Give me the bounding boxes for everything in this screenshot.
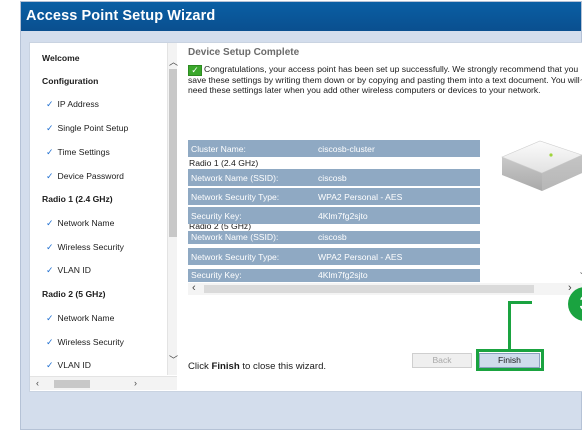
nav-hscroll-thumb[interactable] [54,380,90,388]
cluster-row: Cluster Name: ciscosb-cluster [188,140,480,157]
sidebar-item-label: Time Settings [57,147,110,157]
close-prefix: Click [188,361,212,372]
security-key-value: 4Klm7fg2sjto [318,211,368,221]
success-message-text: Congratulations, your access point has b… [188,64,580,95]
sidebar-item-configuration[interactable]: Configuration [42,76,98,86]
radio1-header: Radio 1 (2.4 GHz) [189,158,259,168]
sidebar-item-time-settings[interactable]: ✓ Time Settings [46,147,110,158]
ssid-value: ciscosb [318,173,347,183]
security-type-label: Network Security Type: [191,192,280,202]
sidebar-item-welcome[interactable]: Welcome [42,53,80,63]
callout-connector [508,301,532,304]
sidebar-item-label: Radio 1 (2.4 GHz) [42,194,113,204]
table-row: Security Key: 4Klm7fg2sjto [188,207,480,224]
sidebar-item-label: VLAN ID [57,265,91,275]
sidebar-item-label: Configuration [42,76,99,86]
sidebar-item-label: IP Address [57,99,99,109]
sidebar-item-vlan-id[interactable]: ✓ VLAN ID [46,265,91,276]
sidebar-item-label: Wireless Security [57,337,124,347]
title-bar: Access Point Setup Wizard [21,2,581,31]
wizard-content: Welcome Configuration ✓ IP Address ✓ Single P… [29,42,582,392]
scroll-right-icon[interactable]: › [568,283,572,294]
check-icon: ✓ [46,171,54,181]
scroll-left-icon[interactable]: ‹ [36,379,39,388]
security-type-value: WPA2 Personal - AES [318,252,403,262]
main-horizontal-scrollbar[interactable]: ‹ › [188,283,582,295]
check-icon: ✓ [46,123,54,133]
sidebar-item-label: Wireless Security [57,242,124,252]
sidebar-item-wireless-security[interactable]: ✓ Wireless Security [46,242,124,253]
sidebar-item-label: Network Name [57,313,115,323]
close-bold: Finish [211,361,240,372]
sidebar-item-single-point-setup[interactable]: ✓ Single Point Setup [46,123,128,134]
ssid-value: ciscosb [318,232,347,242]
scroll-down-icon[interactable]: ﹀ [169,356,178,365]
cluster-value: ciscosb-cluster [318,144,375,154]
ssid-label: Network Name (SSID): [191,232,279,242]
table-row: Network Security Type: WPA2 Personal - A… [188,188,480,205]
scroll-right-icon[interactable]: › [134,379,137,388]
wizard-nav: Welcome Configuration ✓ IP Address ✓ Single P… [30,43,167,375]
security-type-label: Network Security Type: [191,252,280,262]
security-key-label: Security Key: [191,211,242,221]
sidebar-item-radio-1-2-4-ghz[interactable]: Radio 1 (2.4 GHz) [42,194,113,204]
sidebar-item-network-name[interactable]: ✓ Network Name [46,313,114,324]
check-icon: ✓ [46,313,54,323]
back-button[interactable]: Back [412,353,472,368]
security-key-value: 4Klm7fg2sjto [318,270,368,280]
table-row: Network Name (SSID): ciscosb [188,231,480,244]
sidebar-item-label: Welcome [42,53,80,63]
scroll-up-icon[interactable]: ︿ [169,58,178,67]
check-icon: ✓ [46,147,54,157]
finish-highlight [476,349,544,371]
sidebar-item-wireless-security[interactable]: ✓ Wireless Security [46,337,124,348]
close-instruction: Click Finish to close this wizard. [188,361,326,372]
security-type-value: WPA2 Personal - AES [318,192,403,202]
sidebar-item-label: Radio 2 (5 GHz) [42,289,106,299]
nav-horizontal-scrollbar[interactable]: ‹ › [30,376,177,390]
close-suffix: to close this wizard. [239,361,327,372]
sidebar-item-network-name[interactable]: ✓ Network Name [46,218,114,229]
wizard-window: Access Point Setup Wizard Welcome Configu… [20,1,582,430]
ssid-label: Network Name (SSID): [191,173,279,183]
check-icon: ✓ [46,265,54,275]
sidebar-item-vlan-id[interactable]: ✓ VLAN ID [46,360,91,371]
table-row: Network Name (SSID): ciscosb [188,169,480,186]
nav-scroll-thumb[interactable] [169,69,177,237]
callout-connector [508,301,511,351]
sidebar-item-device-password[interactable]: ✓ Device Password [46,171,124,182]
sidebar-item-ip-address[interactable]: ✓ IP Address [46,99,99,110]
main-panel: Device Setup Complete ✓ Congratulations, … [182,43,582,391]
check-icon: ✓ [46,360,54,370]
table-row: Network Security Type: WPA2 Personal - A… [188,248,480,265]
main-hscroll-thumb[interactable] [204,285,534,293]
check-icon: ✓ [46,337,54,347]
success-message: ✓ Congratulations, your access point has … [188,64,582,95]
sidebar-item-label: Device Password [57,171,124,181]
page-title: Device Setup Complete [188,47,300,58]
sidebar-item-radio-2-5-ghz[interactable]: Radio 2 (5 GHz) [42,289,106,299]
access-point-image [501,140,582,191]
cluster-label: Cluster Name: [191,144,246,154]
check-icon: ✓ [46,99,54,109]
sidebar-item-label: Network Name [57,218,115,228]
security-key-label: Security Key: [191,270,242,280]
nav-vertical-scrollbar[interactable]: ︿ ﹀ [167,43,178,375]
window-title: Access Point Setup Wizard [26,8,216,24]
table-row: Security Key: 4Klm7fg2sjto [188,269,480,282]
sidebar-item-label: VLAN ID [57,360,91,370]
check-icon: ✓ [46,242,54,252]
scroll-left-icon[interactable]: ‹ [192,283,196,294]
check-icon: ✓ [46,218,54,228]
settings-summary: Cluster Name: ciscosb-cluster Radio 1 (2… [188,140,480,284]
sidebar-item-label: Single Point Setup [57,123,129,133]
